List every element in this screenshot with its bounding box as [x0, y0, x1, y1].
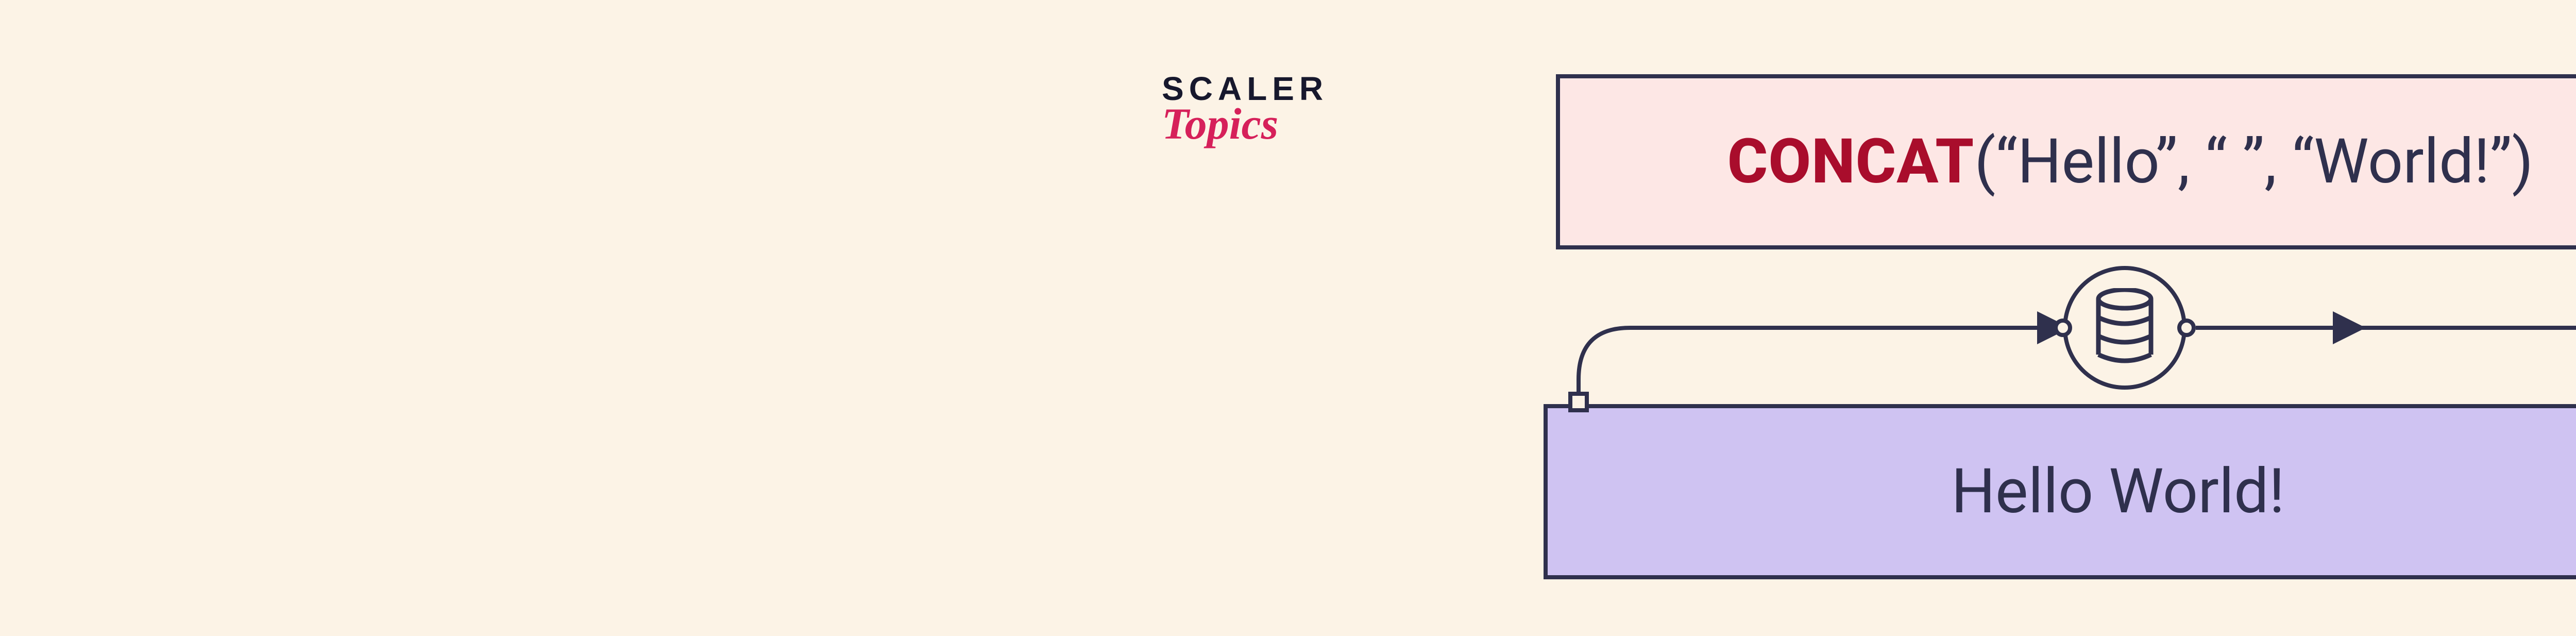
database-port-left [2054, 319, 2072, 337]
database-icon [2094, 288, 2156, 367]
database-port-right [2177, 319, 2196, 337]
concat-output-box: Hello World! [1544, 404, 2576, 579]
output-box-connector-port [1568, 392, 1589, 412]
function-name: CONCAT [1727, 126, 1975, 198]
database-node [2063, 266, 2187, 390]
logo-wordmark-bottom: Topics [1162, 108, 1347, 139]
concat-input-box: CONCAT(“Hello”, “ ”, “World!”) [1556, 74, 2576, 249]
concat-expression: CONCAT(“Hello”, “ ”, “World!”) [1727, 126, 2534, 198]
function-args: (“Hello”, “ ”, “World!”) [1974, 126, 2533, 198]
output-value: Hello World! [1951, 456, 2284, 528]
scaler-topics-logo: SCALER Topics [1162, 72, 1347, 139]
